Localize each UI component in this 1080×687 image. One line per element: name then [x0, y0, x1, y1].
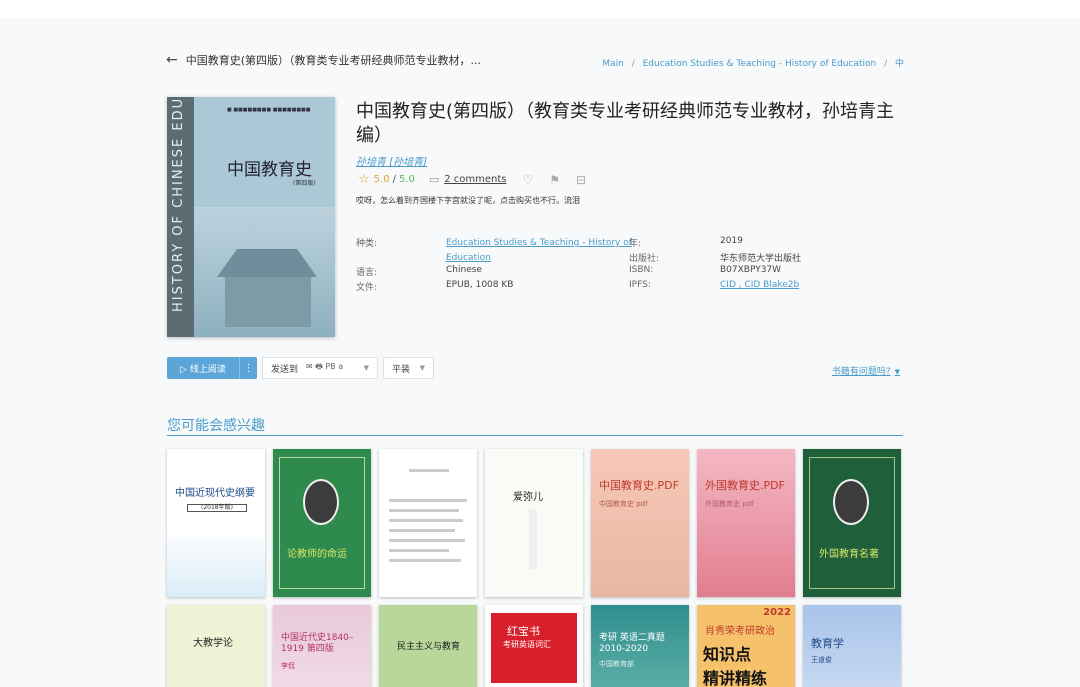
- book-card[interactable]: 外国教育名著: [803, 449, 901, 597]
- send-to-dropdown[interactable]: 发送到 ✉ 🖶 PB a ▼: [262, 357, 378, 379]
- year-value: 2019: [720, 236, 743, 246]
- book-card-title: 论教师的命运: [287, 549, 347, 560]
- heart-icon[interactable]: ♡: [523, 173, 534, 187]
- cover-temple: [225, 277, 311, 327]
- report-problem-label[interactable]: 书籍有问题吗?: [832, 367, 891, 377]
- send-to-label: 发送到: [271, 364, 299, 375]
- book-card-sub: 中国教育史 pdf: [599, 500, 648, 508]
- book-card[interactable]: 中国近代史1840–1919 第四版 李侃: [273, 605, 371, 687]
- send-formats: ✉ 🖶 PB a: [306, 362, 344, 371]
- book-author[interactable]: 孙培青 [孙培青]: [356, 153, 427, 168]
- report-problem-link[interactable]: 书籍有问题吗? ▼: [832, 364, 900, 377]
- book-card-sub: 王道俊: [811, 656, 832, 664]
- ipfs-value[interactable]: CID , CID Blake2b: [720, 280, 799, 290]
- year-label: 年:: [629, 239, 642, 249]
- category-label: 种类:: [356, 239, 378, 249]
- ipfs-label: IPFS:: [629, 280, 651, 290]
- file-label: 文件:: [356, 283, 378, 293]
- book-card-sub: 考研英语词汇: [503, 640, 551, 649]
- book-card-title: 大教学论: [193, 638, 233, 649]
- star-icon: ☆: [358, 172, 370, 187]
- breadcrumb-main[interactable]: Main: [602, 59, 624, 69]
- read-online-label: 线上阅读: [189, 364, 226, 375]
- cover-publisher-mark: ■ ■■■■■■■■ ■■■■■■■■: [227, 107, 311, 113]
- review-snippet: 哎呀，怎么着到齐国楼下字宫就没了呢，点击购买也不行。流泪: [356, 196, 580, 205]
- book-card[interactable]: 民主主义与教育: [379, 605, 477, 687]
- book-card-sub: 外国教育史 pdf: [705, 500, 754, 508]
- book-card-title: 外国教育史.PDF: [705, 479, 785, 492]
- back-title[interactable]: 中国教育史(第四版）（教育类专业考研经典师范专业教材，...: [186, 52, 481, 68]
- language-label: 语言:: [356, 268, 378, 278]
- publisher-value: 华东师范大学出版社: [720, 254, 802, 264]
- book-card-title: 肖秀荣考研政治: [705, 626, 775, 637]
- cover-vertical-text: HISTORY OF CHINESE EDUCATION: [171, 97, 186, 312]
- arrow-left-icon[interactable]: ←: [166, 52, 178, 68]
- book-card[interactable]: 考研 英语二真题 2010-2020 中国教育部: [591, 605, 689, 687]
- isbn-value: B07XBPY37W: [720, 265, 782, 275]
- top-bar: [0, 0, 1080, 18]
- book-cover[interactable]: HISTORY OF CHINESE EDUCATION ■ ■■■■■■■■ …: [167, 97, 335, 337]
- category-value[interactable]: Education Studies & Teaching - History o…: [446, 236, 632, 266]
- section-divider: [167, 435, 903, 436]
- isbn-label: ISBN:: [629, 265, 654, 275]
- language-value: Chinese: [446, 265, 482, 275]
- tray-icon[interactable]: ⊟: [576, 173, 586, 187]
- book-card[interactable]: [379, 449, 477, 597]
- comments-link[interactable]: ▭ 2 comments: [429, 173, 507, 186]
- book-card[interactable]: 中国教育史.PDF 中国教育史 pdf: [591, 449, 689, 597]
- format-dropdown[interactable]: 平装 ▼: [383, 357, 434, 379]
- book-card-title: 中国教育史.PDF: [599, 479, 679, 492]
- read-online-button[interactable]: ▷ 线上阅读 ⋮: [167, 357, 257, 379]
- book-card-sub: (2018年版): [187, 504, 247, 512]
- book-card[interactable]: 中国近现代史纲要 (2018年版): [167, 449, 265, 597]
- book-card[interactable]: 教育学 王道俊: [803, 605, 901, 687]
- breadcrumb-category[interactable]: Education Studies & Teaching - History o…: [643, 59, 877, 69]
- book-card[interactable]: 外国教育史.PDF 外国教育史 pdf: [697, 449, 795, 597]
- book-card-title: 民主主义与教育: [397, 642, 461, 652]
- cover-edition: (第四版): [293, 180, 316, 187]
- file-value: EPUB, 1008 KB: [446, 280, 514, 290]
- book-card[interactable]: 大教学论: [167, 605, 265, 687]
- book-title: 中国教育史(第四版）（教育类专业考研经典师范专业教材，孙培青主编）: [356, 101, 895, 146]
- cover-title: 中国教育史: [227, 160, 312, 180]
- bookmark-icon[interactable]: ⚑: [549, 173, 560, 187]
- play-icon: ▷: [180, 364, 190, 375]
- back-link[interactable]: ← 中国教育史(第四版）（教育类专业考研经典师范专业教材，...: [166, 52, 481, 68]
- book-card-title: 考研 英语二真题 2010-2020: [599, 633, 665, 654]
- book-card[interactable]: 论教师的命运: [273, 449, 371, 597]
- book-card-title: 爱弥儿: [513, 492, 543, 503]
- book-card-sub: 李侃: [281, 662, 295, 670]
- portrait: [303, 479, 339, 525]
- rating-value: 5.0: [373, 174, 390, 185]
- book-card-sub: 中国教育部: [599, 660, 634, 668]
- portrait: [833, 479, 869, 525]
- book-card[interactable]: 爱弥儿: [485, 449, 583, 597]
- book-card-title: 中国近代史1840–1919 第四版: [281, 633, 354, 654]
- book-card-title: 红宝书: [507, 625, 540, 638]
- book-card-title: 中国近现代史纲要: [175, 488, 255, 499]
- book-card[interactable]: 红宝书 考研英语词汇: [485, 605, 583, 687]
- format-label: 平装: [392, 364, 411, 375]
- breadcrumb: Main / Education Studies & Teaching - Hi…: [602, 59, 904, 69]
- book-meta: ☆ 5.0 / 5.0 ▭ 2 comments ♡ ⚑ ⊟: [358, 172, 587, 187]
- comments-count[interactable]: 2 comments: [444, 174, 506, 185]
- book-card[interactable]: 2022 肖秀荣考研政治 知识点 精讲精练: [697, 605, 795, 687]
- book-card-year: 2022: [763, 607, 791, 618]
- recommend-title: 您可能会感兴趣: [167, 418, 265, 434]
- breadcrumb-current[interactable]: 中: [895, 59, 904, 69]
- more-options-icon[interactable]: ⋮: [239, 357, 257, 379]
- book-card-extra: 精讲精练: [703, 669, 768, 687]
- chevron-down-icon: ▼: [894, 368, 900, 376]
- publisher-label: 出版社:: [629, 254, 660, 264]
- book-card-sub: 知识点: [703, 645, 752, 664]
- comment-icon: ▭: [428, 173, 440, 186]
- chevron-down-icon: ▼: [419, 364, 425, 372]
- book-card-title: 外国教育名著: [819, 549, 879, 560]
- book-card-title: 教育学: [811, 637, 844, 650]
- rating-max: 5.0: [398, 174, 415, 185]
- chevron-down-icon: ▼: [363, 364, 369, 372]
